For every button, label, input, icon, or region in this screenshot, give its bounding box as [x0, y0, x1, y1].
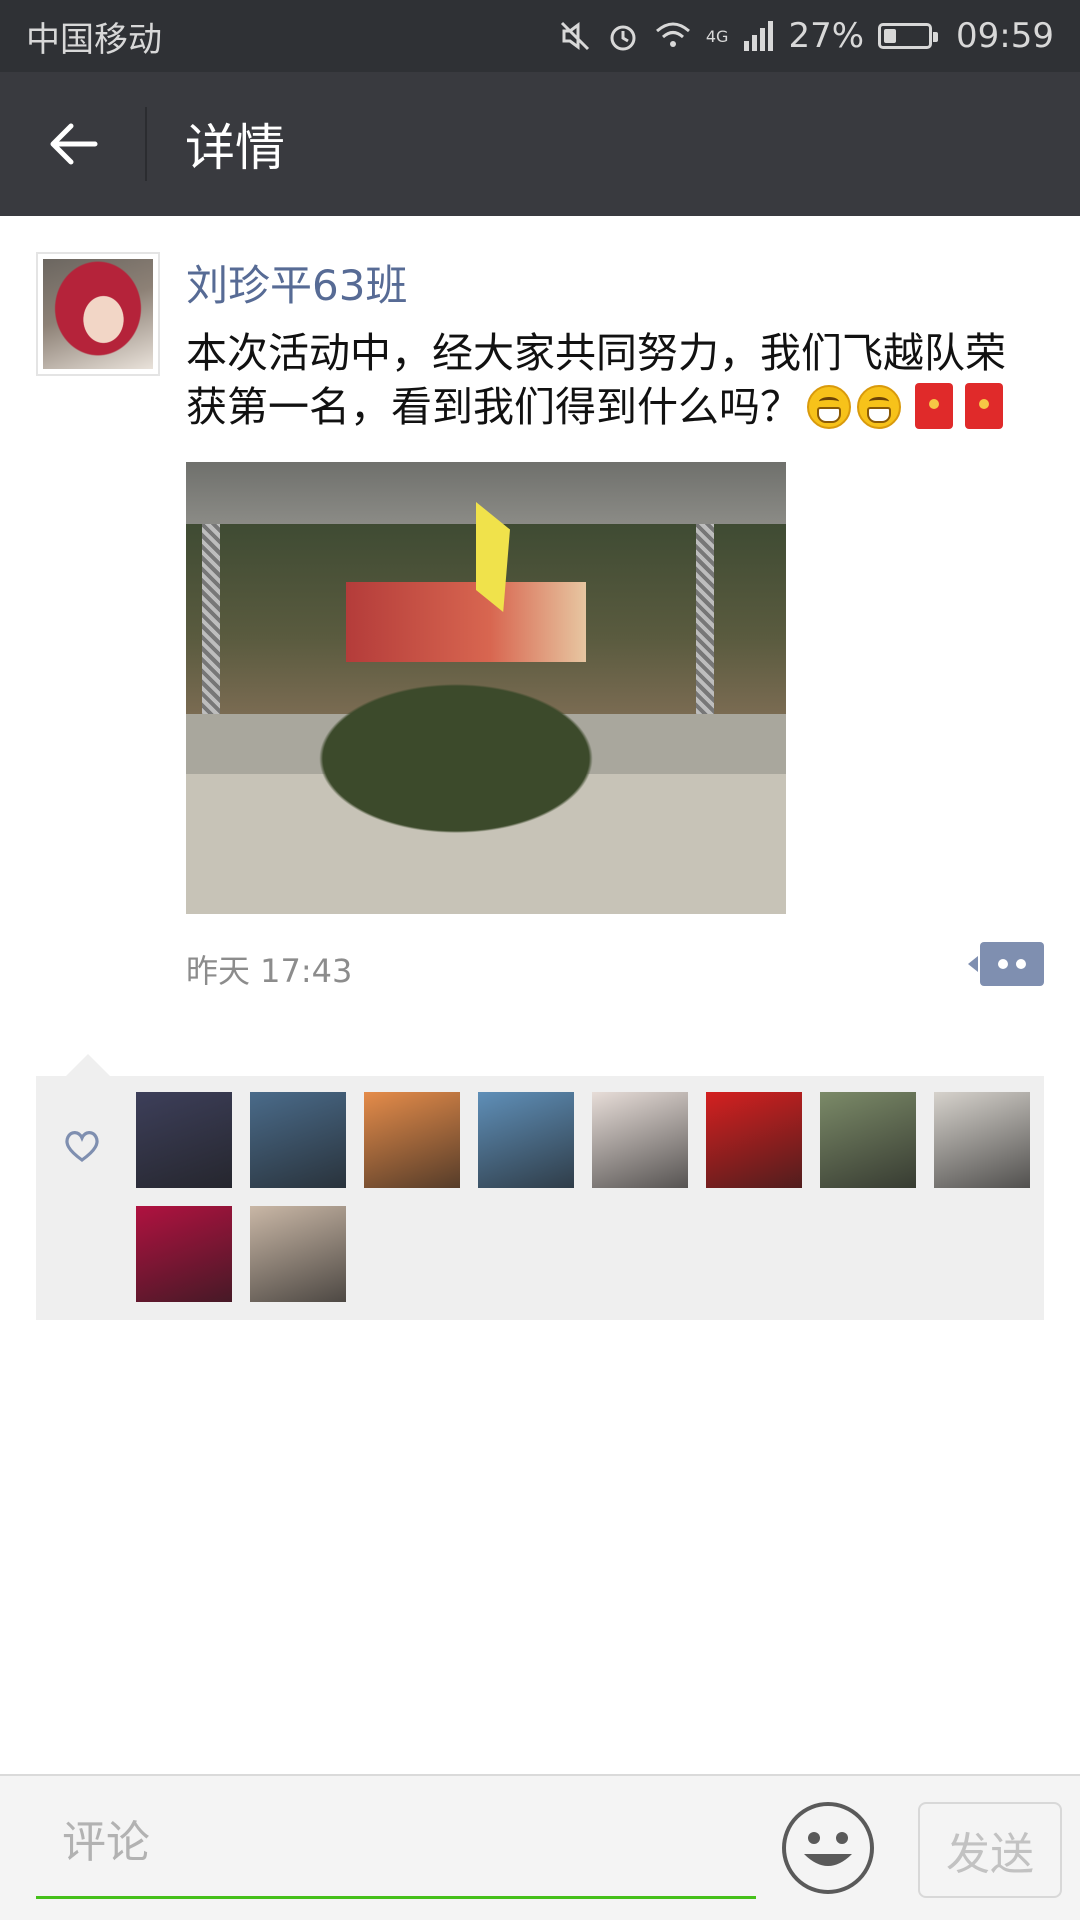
liker-avatar[interactable]	[592, 1092, 688, 1188]
photo-truss-left	[202, 524, 220, 736]
comment-bar: 发送	[0, 1774, 1080, 1920]
author-avatar[interactable]	[36, 252, 160, 376]
input-underline	[36, 1896, 756, 1899]
likes-box	[36, 1054, 1044, 1320]
alarm-icon	[610, 25, 636, 51]
liker-avatar[interactable]	[250, 1092, 346, 1188]
liker-avatar[interactable]	[136, 1206, 232, 1302]
battery-percent: 27%	[788, 16, 865, 56]
wifi-icon	[655, 22, 690, 47]
post-time: 昨天 17:43	[186, 952, 353, 990]
title-divider	[145, 107, 147, 181]
heart-icon	[65, 1131, 99, 1162]
battery-level	[884, 29, 897, 43]
post-text-block: 本次活动中，经大家共同努力，我们飞越队荣获第一名，看到我们得到什么吗？	[186, 326, 1046, 434]
carrier-label: 中国移动	[26, 19, 162, 60]
title-bar: 详情	[0, 72, 1080, 216]
liker-avatar[interactable]	[478, 1092, 574, 1188]
mute-icon	[560, 21, 589, 51]
liker-avatar[interactable]	[706, 1092, 802, 1188]
grin-icon	[807, 385, 851, 429]
liker-avatar[interactable]	[934, 1092, 1030, 1188]
liker-avatar[interactable]	[364, 1092, 460, 1188]
page-title: 详情	[185, 119, 285, 177]
author-name[interactable]: 刘珍平63班	[186, 252, 407, 313]
clock: 09:59	[956, 16, 1054, 56]
battery-icon	[878, 23, 939, 49]
avatar-image	[43, 259, 153, 369]
red-packet-icon	[915, 383, 953, 429]
comment-dots-icon[interactable]	[968, 942, 1044, 986]
post-photo[interactable]	[186, 462, 786, 914]
red-packet-icon	[965, 383, 1003, 429]
comment-input[interactable]	[36, 1808, 784, 1876]
status-bar: 中国移动 4G 27% 09:59	[0, 0, 1080, 72]
dot	[1016, 959, 1026, 969]
back-button[interactable]	[0, 72, 145, 216]
smiley-icon[interactable]	[780, 1800, 876, 1896]
dot	[998, 959, 1008, 969]
photo-truss-right	[696, 524, 714, 736]
liker-avatar[interactable]	[136, 1092, 232, 1188]
status-icons: 4G 27% 09:59	[558, 16, 1054, 56]
network-type: 4G	[705, 26, 729, 46]
signal-icon	[744, 21, 774, 51]
liker-avatar[interactable]	[820, 1092, 916, 1188]
arrow-left-icon	[50, 123, 97, 165]
grin-icon	[857, 385, 901, 429]
photo-group-people	[266, 632, 646, 862]
send-button[interactable]: 发送	[918, 1802, 1062, 1898]
liker-avatar[interactable]	[250, 1206, 346, 1302]
